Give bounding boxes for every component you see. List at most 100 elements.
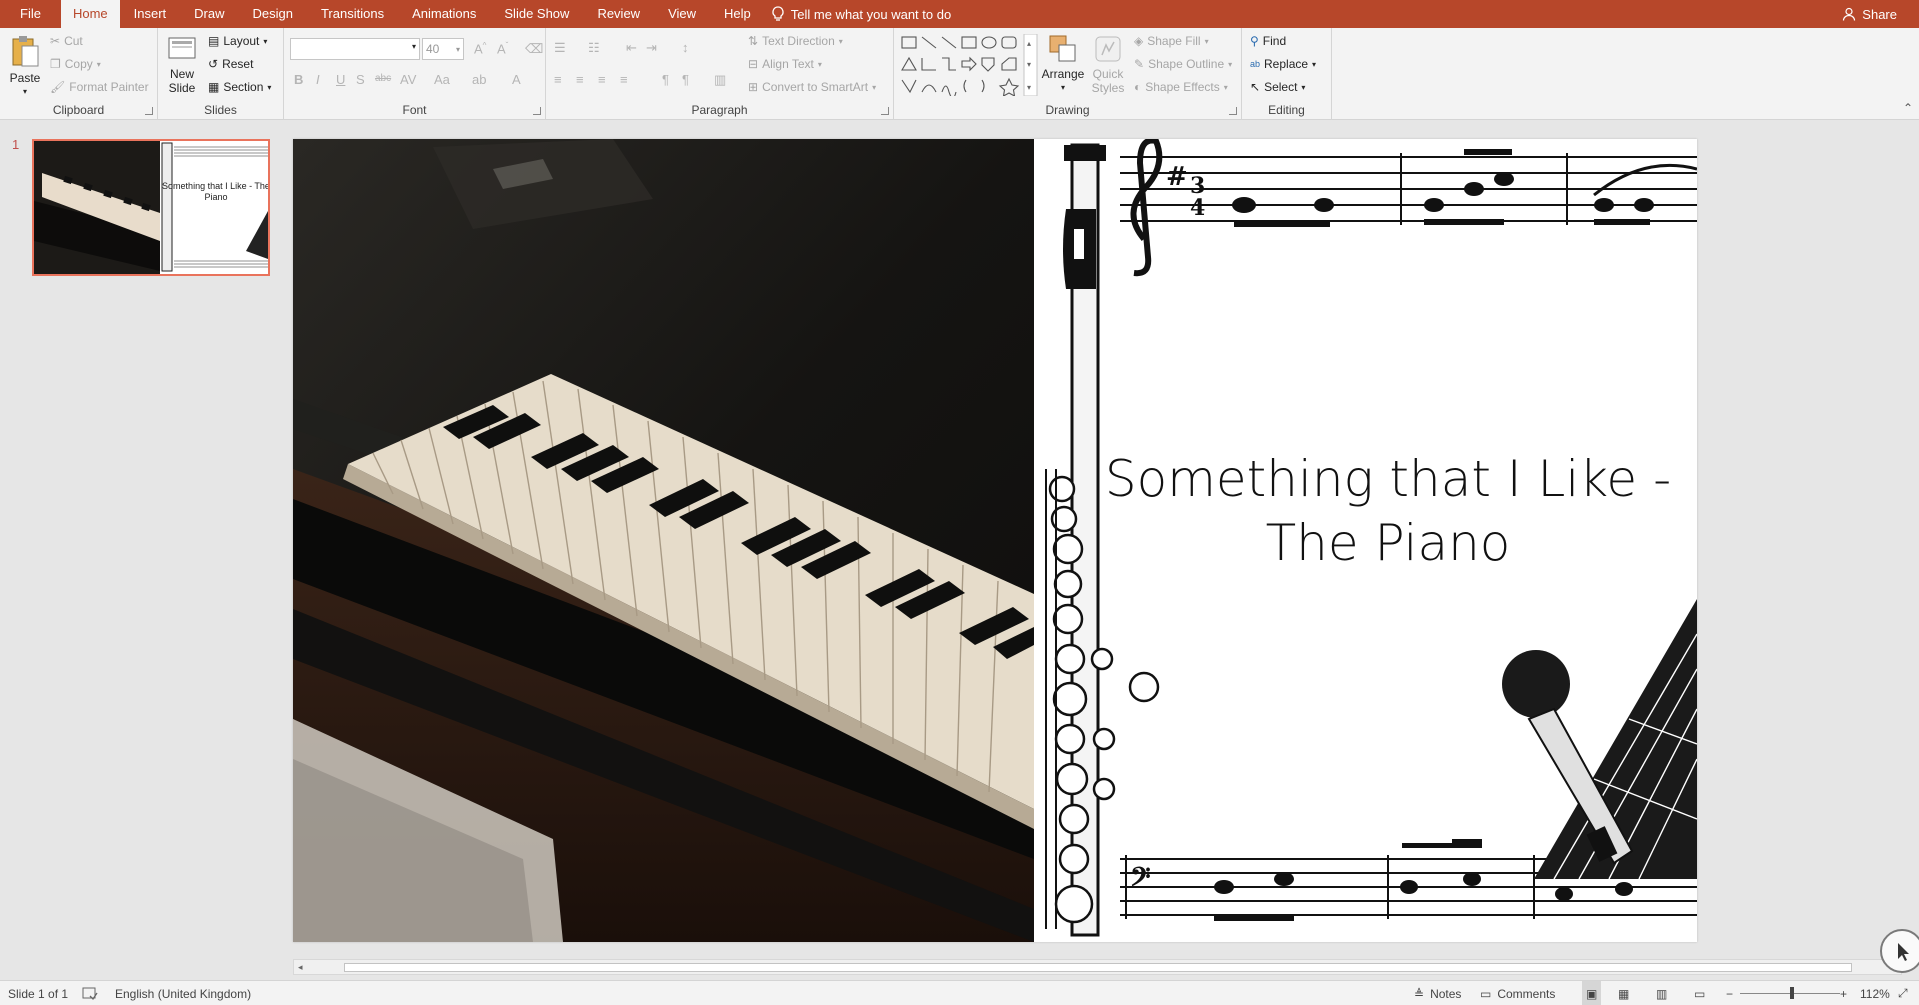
tab-file[interactable]: File: [0, 0, 61, 28]
tab-view[interactable]: View: [654, 0, 710, 28]
dialog-launcher-icon[interactable]: [881, 107, 889, 115]
copy-button[interactable]: ❐ Copy ▾: [50, 57, 101, 71]
decrease-indent-icon[interactable]: ⇤: [626, 40, 637, 56]
rtl-icon[interactable]: ¶: [682, 72, 689, 87]
share-button[interactable]: Share: [1842, 0, 1897, 28]
thumbnail-title: Something that I Like - The Piano: [162, 181, 270, 202]
slides-group-label: Slides: [204, 103, 237, 117]
tab-design[interactable]: Design: [239, 0, 307, 28]
underline-icon[interactable]: U: [336, 72, 345, 87]
font-name-combo[interactable]: ▾: [290, 38, 420, 60]
zoom-slider[interactable]: [1740, 981, 1840, 1005]
bold-icon[interactable]: B: [294, 72, 303, 87]
shadow-icon[interactable]: S: [356, 72, 365, 87]
italic-icon[interactable]: I: [316, 72, 320, 87]
layout-button[interactable]: ▤ Layout ▾: [208, 34, 267, 48]
ltr-icon[interactable]: ¶: [662, 72, 669, 87]
chevron-down-icon: ▾: [263, 36, 268, 46]
align-text-icon: ⊟: [748, 57, 759, 71]
tab-home[interactable]: Home: [60, 0, 120, 28]
align-right-icon[interactable]: ≡: [598, 72, 606, 87]
align-left-icon[interactable]: ≡: [554, 72, 562, 87]
clipboard-group-label: Clipboard: [52, 103, 105, 117]
slide-canvas[interactable]: # 3 4 𝄢 Something that I Like - The Pian…: [293, 139, 1697, 942]
format-painter-button[interactable]: 🖌 Format Painter: [50, 80, 149, 94]
numbering-icon[interactable]: ☷: [588, 40, 600, 56]
scroll-left-icon[interactable]: ◂: [298, 960, 303, 974]
shape-effects-button[interactable]: ◐ Shape Effects ▾: [1134, 80, 1228, 94]
paste-button[interactable]: Paste ▾: [6, 34, 44, 99]
dialog-launcher-icon[interactable]: [145, 107, 153, 115]
tab-help[interactable]: Help: [710, 0, 765, 28]
convert-smartart-button[interactable]: ⊞ Convert to SmartArt ▾: [748, 80, 876, 94]
tab-slide-show[interactable]: Slide Show: [490, 0, 583, 28]
slide-show-button[interactable]: ▭: [1694, 981, 1705, 1005]
line-spacing-icon[interactable]: ↕: [682, 40, 689, 55]
zoom-level[interactable]: 112%: [1860, 981, 1890, 1005]
clear-format-icon[interactable]: ⌫: [525, 41, 543, 57]
text-direction-button[interactable]: ⇅ Text Direction ▾: [748, 34, 843, 48]
fit-slide-button[interactable]: ⤢: [1898, 981, 1908, 1005]
dialog-launcher-icon[interactable]: [1229, 107, 1237, 115]
section-button[interactable]: ▦ Section ▾: [208, 80, 271, 94]
dialog-launcher-icon[interactable]: [533, 107, 541, 115]
format-painter-label: Format Painter: [69, 80, 149, 94]
slide-info-label: Slide 1 of 1: [8, 986, 69, 1001]
justify-icon[interactable]: ≡: [620, 72, 628, 87]
tab-draw[interactable]: Draw: [180, 0, 238, 28]
increase-indent-icon[interactable]: ⇥: [646, 40, 657, 56]
font-size-combo[interactable]: 40 ▾: [422, 38, 464, 60]
grow-font-icon[interactable]: A^: [474, 41, 486, 56]
shrink-font-icon[interactable]: Aˇ: [497, 41, 508, 56]
floating-pointer-button[interactable]: [1880, 929, 1919, 973]
tab-insert[interactable]: Insert: [120, 0, 181, 28]
piano-image[interactable]: [293, 139, 1034, 942]
ribbon: Paste ▾ ✂ Cut ❐ Copy ▾ 🖌 Format Painter Clip…: [0, 28, 1919, 120]
shape-outline-button[interactable]: ✎ Shape Outline ▾: [1134, 57, 1232, 71]
normal-view-button[interactable]: ▣: [1582, 981, 1602, 1005]
share-label: Share: [1862, 6, 1897, 22]
quick-styles-button[interactable]: Quick Styles: [1088, 34, 1128, 95]
align-text-button[interactable]: ⊟ Align Text ▾: [748, 57, 822, 71]
scrollbar-thumb[interactable]: [344, 963, 1852, 972]
comments-button[interactable]: ▭ Comments: [1480, 981, 1555, 1005]
language-indicator[interactable]: English (United Kingdom): [115, 981, 251, 1005]
select-button[interactable]: ↖ Select ▾: [1250, 80, 1305, 94]
slide-show-icon: ▭: [1694, 986, 1706, 1001]
slide-sorter-button[interactable]: ▦: [1618, 981, 1629, 1005]
change-case-icon[interactable]: Aa: [434, 72, 450, 87]
replace-button[interactable]: ab Replace ▾: [1250, 57, 1316, 71]
columns-icon[interactable]: ▥: [714, 72, 726, 88]
align-center-icon[interactable]: ≡: [576, 72, 584, 87]
font-group: ▾ 40 ▾ A^ Aˇ ⌫ B I U S abc AV Aa ab A Fon…: [284, 28, 546, 120]
tab-transitions[interactable]: Transitions: [307, 0, 398, 28]
shape-fill-button[interactable]: ◈ Shape Fill ▾: [1134, 34, 1209, 48]
spellcheck-icon[interactable]: [82, 981, 98, 1005]
workspace: 1 Something that I Like - The Piano # 3 …: [0, 121, 1919, 977]
collapse-ribbon-icon[interactable]: ⌃: [1903, 101, 1913, 115]
shape-fill-label: Shape Fill: [1147, 34, 1201, 48]
horizontal-scrollbar[interactable]: ◂ ▸: [293, 959, 1902, 975]
find-button[interactable]: ⚲ Find: [1250, 34, 1286, 48]
slide-thumbnail-1[interactable]: Something that I Like - The Piano: [32, 139, 270, 276]
slide-title[interactable]: Something that I Like - The Piano: [1093, 447, 1683, 575]
reset-button[interactable]: ↺ Reset: [208, 57, 253, 71]
highlight-icon[interactable]: ab: [472, 72, 486, 87]
new-slide-button[interactable]: New Slide: [164, 34, 200, 95]
notes-button[interactable]: ≜ Notes: [1414, 981, 1461, 1005]
reading-view-button[interactable]: ▥: [1656, 981, 1667, 1005]
cursor-arrow-icon: [1898, 943, 1909, 961]
strikethrough-icon[interactable]: abc: [375, 73, 391, 84]
tab-review[interactable]: Review: [583, 0, 654, 28]
shapes-gallery[interactable]: ▴ ▾ ▾: [900, 34, 1038, 96]
zoom-in-button[interactable]: +: [1840, 981, 1847, 1005]
tab-animations[interactable]: Animations: [398, 0, 490, 28]
cut-button[interactable]: ✂ Cut: [50, 34, 83, 48]
bullets-icon[interactable]: ☰: [554, 40, 566, 56]
font-color-icon[interactable]: A: [512, 72, 521, 87]
char-spacing-icon[interactable]: AV: [400, 72, 416, 87]
arrange-button[interactable]: Arrange ▾: [1040, 34, 1086, 95]
zoom-out-button[interactable]: −: [1726, 981, 1733, 1005]
zoom-slider-thumb[interactable]: [1790, 987, 1794, 999]
tell-me-search[interactable]: Tell me what you want to do: [771, 6, 951, 22]
